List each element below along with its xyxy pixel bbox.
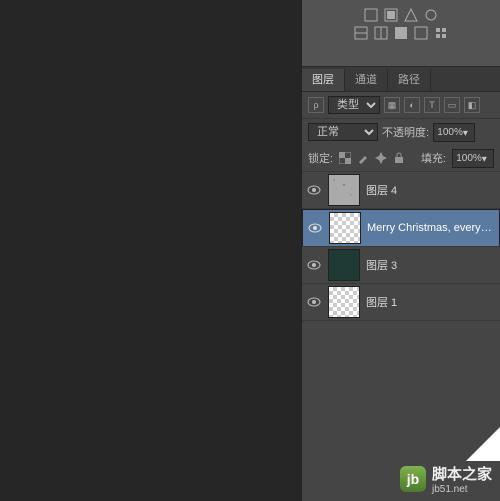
layer-name[interactable]: 图层 4 — [366, 182, 496, 198]
visibility-icon[interactable] — [306, 182, 322, 198]
layer-row[interactable]: 图层 4 — [302, 172, 500, 209]
tab-paths[interactable]: 路径 — [388, 69, 431, 91]
lock-row: 锁定: 填充: 100%▾ — [302, 145, 500, 172]
filter-shape-icon[interactable]: ▭ — [444, 97, 460, 113]
layer-name[interactable]: Merry Christmas, everyo… — [367, 222, 495, 234]
opacity-value[interactable]: 100%▾ — [433, 123, 475, 142]
watermark: jb 脚本之家 jb51.net — [400, 463, 492, 495]
resize-corner-icon — [466, 427, 500, 461]
blend-row: 正常 不透明度: 100%▾ — [302, 119, 500, 145]
opacity-label: 不透明度: — [382, 124, 429, 140]
opt-icon[interactable] — [394, 26, 408, 40]
visibility-icon[interactable] — [306, 257, 322, 273]
layers-list: 图层 4 Merry Christmas, everyo… 图层 3 图层 1 — [302, 172, 500, 321]
layer-name[interactable]: 图层 1 — [366, 294, 496, 310]
filter-type-select[interactable]: 类型 — [328, 96, 380, 114]
opt-icon[interactable] — [364, 8, 378, 22]
tab-channels[interactable]: 通道 — [345, 69, 388, 91]
filter-adjust-icon[interactable]: ◐ — [404, 97, 420, 113]
document-canvas[interactable] — [0, 0, 302, 501]
opt-icon[interactable] — [414, 26, 428, 40]
layer-thumbnail[interactable] — [328, 174, 360, 206]
opt-icon[interactable] — [404, 8, 418, 22]
opt-icon[interactable] — [374, 26, 388, 40]
lock-paint-icon[interactable] — [357, 152, 369, 164]
filter-pixel-icon[interactable]: ▦ — [384, 97, 400, 113]
visibility-icon[interactable] — [307, 220, 323, 236]
right-panel: 图层 通道 路径 ρ 类型 ▦ ◐ T ▭ ◧ 正常 不透明度: 100%▾ 锁… — [301, 0, 500, 501]
opt-icon[interactable] — [384, 8, 398, 22]
search-icon[interactable]: ρ — [308, 97, 324, 113]
lock-label: 锁定: — [308, 150, 333, 166]
filter-type-icon[interactable]: T — [424, 97, 440, 113]
opt-icon[interactable] — [434, 26, 448, 40]
filter-smart-icon[interactable]: ◧ — [464, 97, 480, 113]
watermark-badge-icon: jb — [400, 466, 426, 492]
visibility-icon[interactable] — [306, 294, 322, 310]
layer-thumbnail[interactable] — [329, 212, 361, 244]
layer-thumbnail[interactable] — [328, 286, 360, 318]
lock-all-icon[interactable] — [393, 152, 405, 164]
layer-name[interactable]: 图层 3 — [366, 257, 496, 273]
opt-icon[interactable] — [424, 8, 438, 22]
layer-row[interactable]: 图层 3 — [302, 247, 500, 284]
layer-filter-row: ρ 类型 ▦ ◐ T ▭ ◧ — [302, 92, 500, 119]
watermark-site: jb51.net — [432, 484, 492, 495]
opt-icon[interactable] — [354, 26, 368, 40]
fill-label: 填充: — [421, 150, 446, 166]
layer-row[interactable]: Merry Christmas, everyo… — [302, 209, 500, 247]
panel-tabs: 图层 通道 路径 — [302, 67, 500, 92]
layer-thumbnail[interactable] — [328, 249, 360, 281]
fill-value[interactable]: 100%▾ — [452, 149, 494, 168]
watermark-brand: 脚本之家 — [432, 463, 492, 484]
lock-position-icon[interactable] — [375, 152, 387, 164]
layer-row[interactable]: 图层 1 — [302, 284, 500, 321]
tab-layers[interactable]: 图层 — [302, 69, 345, 91]
options-bar — [302, 0, 500, 67]
lock-transparency-icon[interactable] — [339, 152, 351, 164]
blend-mode-select[interactable]: 正常 — [308, 123, 378, 141]
